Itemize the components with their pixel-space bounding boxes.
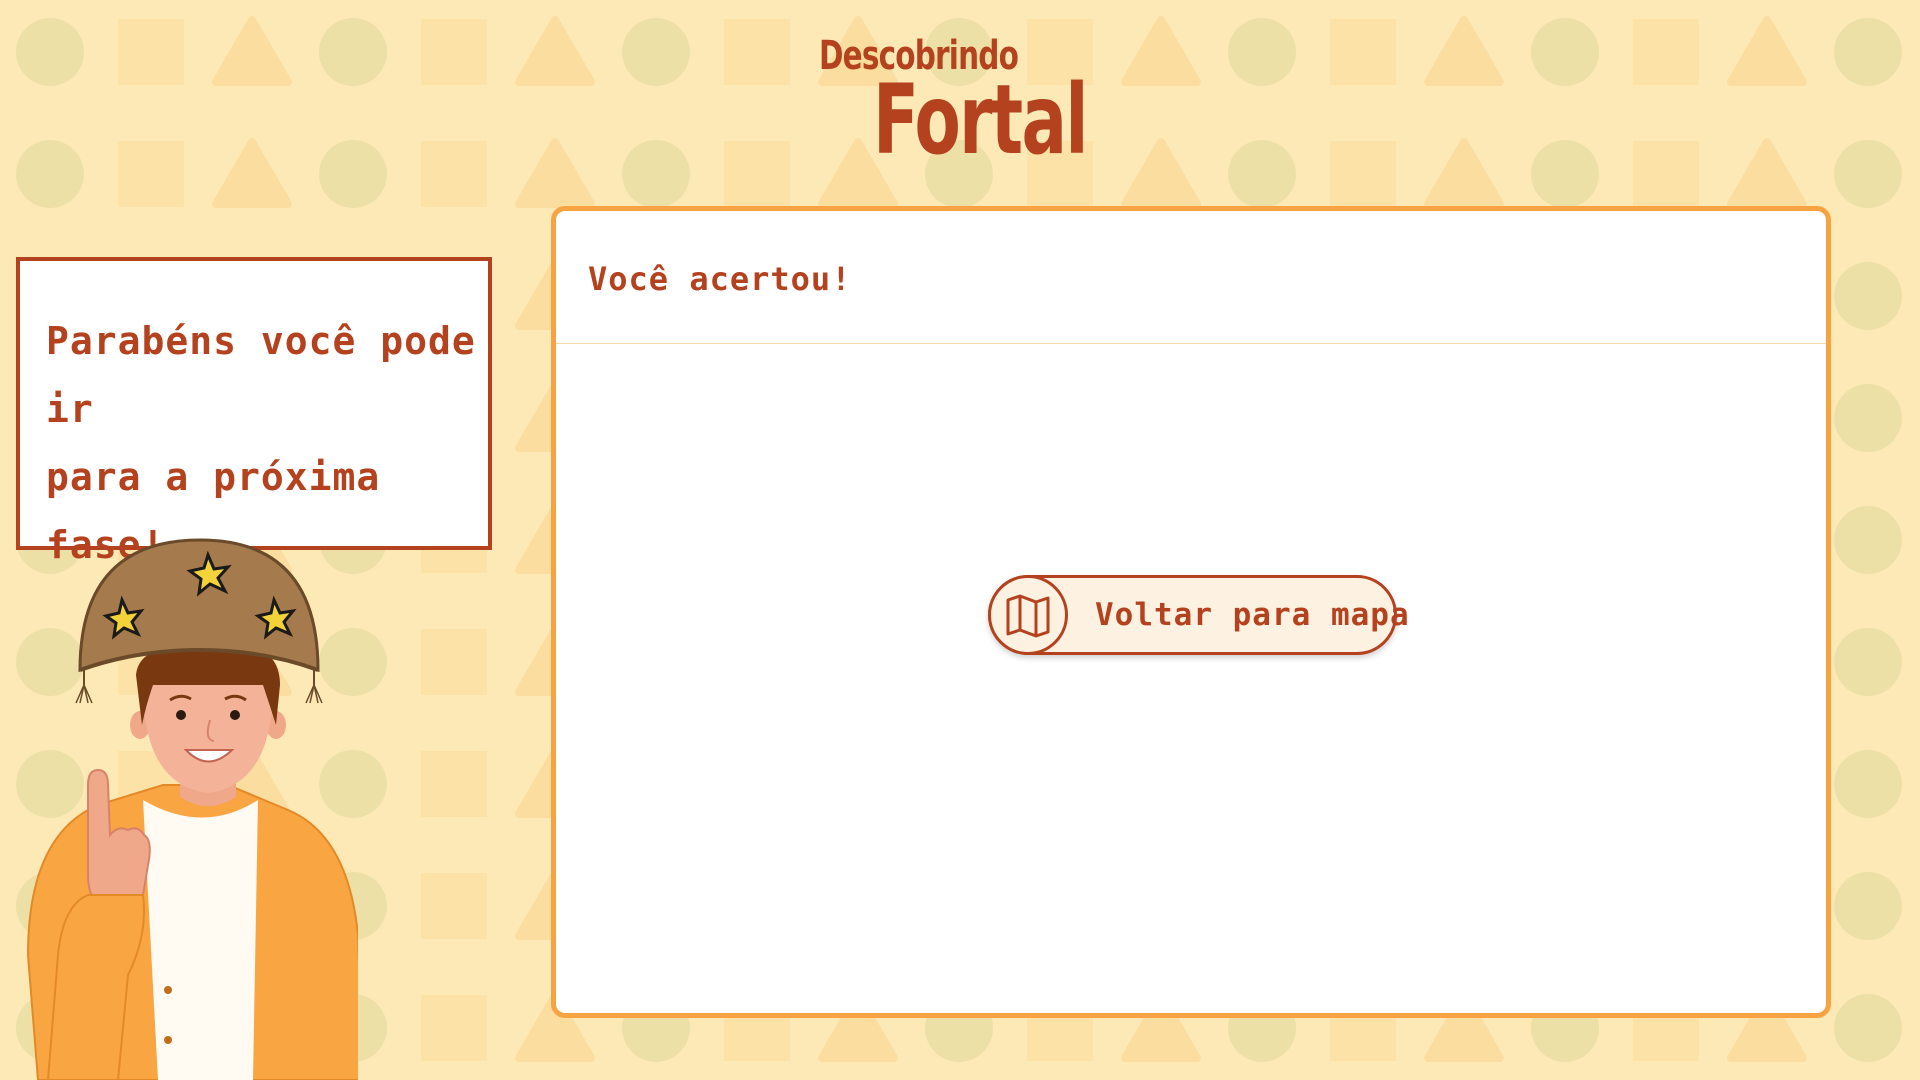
bg-circle [1834, 262, 1902, 330]
bg-square [421, 629, 487, 695]
character-illustration [26, 538, 358, 1080]
bg-circle [319, 140, 387, 208]
bg-square [421, 19, 487, 85]
logo-title-bottom: Fortal [873, 64, 1088, 176]
bg-triangle [1121, 16, 1201, 86]
card-header: Você acertou! [556, 211, 1826, 344]
bg-circle [319, 18, 387, 86]
bg-square [421, 141, 487, 207]
bg-square [724, 141, 790, 207]
bg-circle [622, 18, 690, 86]
bg-circle [1834, 506, 1902, 574]
back-to-map-label: Voltar para mapa [1095, 597, 1410, 633]
bg-circle [1834, 18, 1902, 86]
speech-line-1: Parabéns você pode ir [46, 319, 476, 431]
bg-circle [1834, 384, 1902, 452]
speech-bubble: Parabéns você pode ir para a próxima fas… [16, 257, 492, 567]
bg-circle [1834, 750, 1902, 818]
bg-triangle [212, 16, 292, 86]
bg-circle [1834, 628, 1902, 696]
bg-square [1633, 141, 1699, 207]
bg-circle [16, 18, 84, 86]
bg-triangle [1727, 16, 1807, 86]
bg-square [118, 141, 184, 207]
bg-triangle [212, 138, 292, 208]
bg-circle [1228, 18, 1296, 86]
bg-triangle [1424, 138, 1504, 208]
result-card: Você acertou! Voltar para mapa [551, 206, 1831, 1018]
bg-triangle [515, 138, 595, 208]
bg-square [118, 19, 184, 85]
bg-circle [1834, 140, 1902, 208]
back-to-map-button[interactable]: Voltar para mapa [988, 575, 1409, 655]
bg-square [1330, 19, 1396, 85]
bg-circle [622, 140, 690, 208]
bg-square [1633, 19, 1699, 85]
bg-circle [1834, 872, 1902, 940]
bg-square [1330, 141, 1396, 207]
bg-circle [1531, 140, 1599, 208]
bg-triangle [1424, 16, 1504, 86]
bg-circle [16, 140, 84, 208]
bg-square [421, 751, 487, 817]
map-icon [988, 575, 1068, 655]
bg-circle [1834, 994, 1902, 1062]
bg-triangle [1727, 138, 1807, 208]
bg-square [724, 19, 790, 85]
bg-circle [1531, 18, 1599, 86]
result-title: Você acertou! [588, 260, 852, 298]
bg-circle [1228, 140, 1296, 208]
bg-square [421, 873, 487, 939]
bg-triangle [1121, 138, 1201, 208]
bg-triangle [515, 16, 595, 86]
bg-square [421, 995, 487, 1061]
game-logo: Descobrindo Fortal [815, 32, 1088, 168]
